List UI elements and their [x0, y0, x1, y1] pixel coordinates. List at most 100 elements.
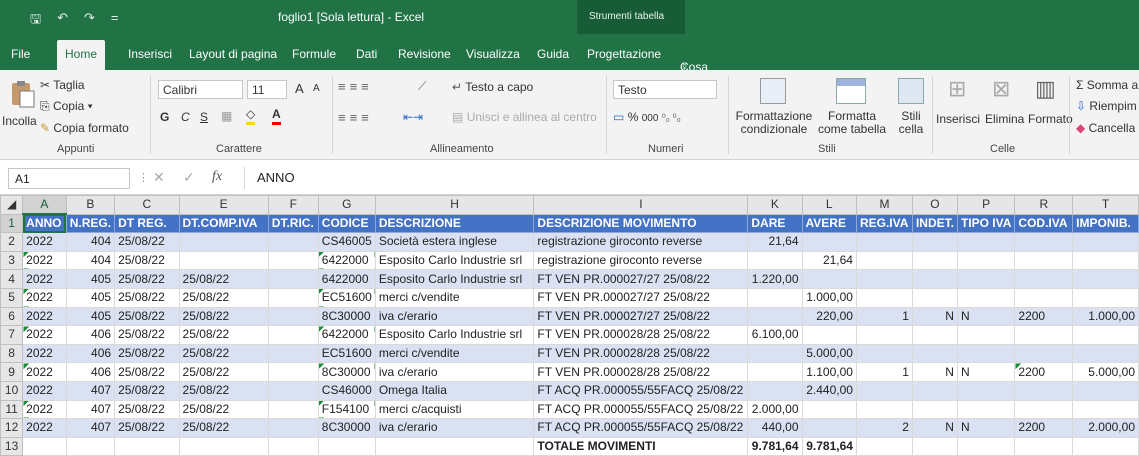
cell[interactable] [1072, 380, 1139, 401]
cell[interactable]: Esposito Carlo Industrie srl [374, 250, 535, 271]
fill-color-icon[interactable]: ◇ [246, 107, 256, 125]
cell[interactable]: N [911, 418, 958, 438]
cell[interactable] [1014, 287, 1074, 308]
cell[interactable] [1072, 436, 1139, 456]
cell[interactable]: 25/08/22 [178, 306, 269, 327]
column-header[interactable]: K [747, 195, 803, 215]
cell[interactable]: 25/08/22 [178, 399, 269, 420]
cell[interactable] [855, 269, 913, 289]
row-header[interactable]: 3 [0, 250, 24, 271]
thousands-button[interactable]: 000 [642, 113, 659, 124]
cell[interactable]: 2 [855, 418, 913, 438]
cell[interactable] [1014, 325, 1074, 345]
cell[interactable]: COD.IVA [1014, 213, 1074, 234]
insert-function-icon[interactable]: fx [212, 169, 222, 185]
column-header[interactable]: L [801, 195, 857, 215]
cell[interactable] [267, 380, 319, 401]
cell[interactable] [1072, 250, 1139, 271]
vertical-align-icons[interactable]: ≡≡≡ [338, 79, 373, 94]
cell[interactable] [747, 306, 803, 327]
cell[interactable]: DESCRIZIONE [374, 213, 535, 234]
redo-icon[interactable]: ↷ [84, 10, 95, 32]
cell[interactable]: 25/08/22 [178, 362, 269, 382]
cell[interactable]: 220,00 [801, 306, 857, 327]
cell[interactable] [267, 418, 319, 438]
format-painter-button[interactable]: ✎ Copia formato [40, 121, 129, 135]
cell[interactable] [911, 250, 958, 271]
cell[interactable] [374, 436, 535, 456]
cell[interactable] [956, 269, 1016, 289]
cell[interactable]: Società estera inglese [374, 232, 535, 252]
format-cells-button[interactable]: Formato [1028, 112, 1073, 126]
cell[interactable]: 8C30000 [317, 418, 376, 438]
row-header[interactable]: 7 [0, 325, 24, 345]
cell[interactable] [747, 287, 803, 308]
cell[interactable]: 1 [855, 306, 913, 327]
cell[interactable]: 25/08/22 [178, 380, 269, 401]
cell[interactable]: 25/08/22 [114, 287, 180, 308]
fill-button[interactable]: ⇩ Riempim [1076, 99, 1137, 113]
clear-button[interactable]: ◆ Cancella [1076, 121, 1135, 135]
orientation-icon[interactable]: ⟋ [418, 79, 426, 94]
cell[interactable]: 25/08/22 [178, 418, 269, 438]
cell[interactable]: AVERE [801, 213, 857, 234]
cell[interactable] [956, 436, 1016, 456]
number-format-buttons[interactable]: ▭ % 000 ⁰₀ ⁰₀ [613, 110, 681, 124]
cell[interactable]: 2.000,00 [1072, 418, 1139, 438]
cell[interactable]: 6422000 [317, 325, 376, 345]
merge-center-button[interactable]: ▤ Unisci e allinea al centro [452, 110, 597, 124]
column-header[interactable]: F [267, 195, 319, 215]
cell[interactable]: TIPO IVA [956, 213, 1016, 234]
underline-button[interactable]: S [200, 110, 208, 124]
cell[interactable]: EC51600 [317, 343, 376, 364]
cell[interactable]: 405 [65, 287, 116, 308]
bold-button[interactable]: G [160, 110, 169, 124]
cell[interactable]: 25/08/22 [114, 269, 180, 289]
cell[interactable] [801, 418, 857, 438]
column-header[interactable]: C [114, 195, 180, 215]
decrease-font-button[interactable]: A [313, 83, 320, 94]
row-header[interactable]: 10 [0, 380, 24, 401]
cell[interactable]: iva c/erario [374, 418, 535, 438]
cell[interactable] [1014, 269, 1074, 289]
undo-icon[interactable]: ↶ [57, 10, 68, 32]
cell[interactable] [855, 343, 913, 364]
row-header[interactable]: 2 [0, 232, 24, 252]
cell[interactable] [267, 436, 319, 456]
column-header[interactable]: E [178, 195, 269, 215]
cell[interactable]: 1.000,00 [1072, 306, 1139, 327]
row-header[interactable]: 5 [0, 287, 24, 308]
cell[interactable]: 405 [65, 269, 116, 289]
cell[interactable]: iva c/erario [374, 362, 535, 382]
cell[interactable]: 406 [65, 325, 116, 345]
row-header[interactable]: 9 [0, 362, 24, 382]
cell[interactable] [1014, 250, 1074, 271]
cell[interactable]: TOTALE MOVIMENTI [533, 436, 749, 456]
cell[interactable]: 6422000 [317, 269, 376, 289]
cell[interactable]: REG.IVA [855, 213, 913, 234]
cell[interactable] [65, 436, 116, 456]
cut-button[interactable]: ✂ Taglia [40, 78, 85, 92]
cell[interactable]: 2022 [22, 269, 67, 289]
cell[interactable]: IMPONIB. [1072, 213, 1139, 234]
percent-button[interactable]: % [628, 110, 639, 124]
font-color-icon[interactable]: A [272, 107, 281, 125]
cell[interactable]: 9.781,64 [801, 436, 857, 456]
cell[interactable]: 407 [65, 418, 116, 438]
cell[interactable] [22, 436, 67, 456]
cell[interactable]: FT ACQ PR.000055/55FACQ 25/08/22 [533, 418, 749, 438]
cell[interactable]: FT ACQ PR.000055/55FACQ 25/08/22 [533, 399, 749, 420]
cell[interactable] [1072, 343, 1139, 364]
column-header[interactable]: H [374, 195, 535, 215]
cell[interactable] [267, 232, 319, 252]
cell[interactable] [114, 436, 180, 456]
cell[interactable] [801, 399, 857, 420]
cell[interactable] [855, 436, 913, 456]
tab-layout-di-pagina[interactable]: Layout di pagina [189, 47, 277, 61]
cell[interactable]: 440,00 [747, 418, 803, 438]
cell[interactable]: N [956, 306, 1016, 327]
cell[interactable]: 1.100,00 [801, 362, 857, 382]
cell[interactable] [855, 232, 913, 252]
column-header[interactable]: O [911, 195, 958, 215]
cell[interactable]: 2022 [22, 287, 67, 308]
